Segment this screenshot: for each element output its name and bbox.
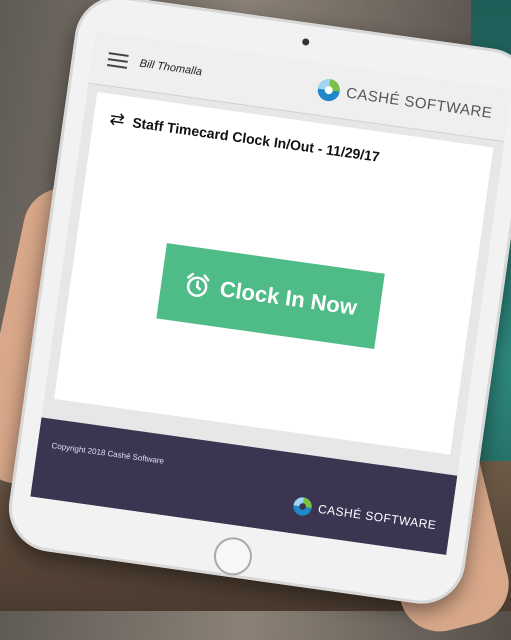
- clock-in-button-label: Clock In Now: [218, 276, 359, 321]
- cashe-logo-icon: [317, 79, 340, 102]
- brand-name: CASHÉ SOFTWARE: [345, 84, 494, 122]
- app-screen: Bill Thomalla CASHÉ SOFTWARE ⇄ Staff Tim…: [30, 31, 511, 556]
- footer-brand-logo: CASHÉ SOFTWARE: [291, 495, 438, 535]
- copyright-text: Copyright 2018 Cashé Software: [50, 441, 165, 466]
- clock-in-button[interactable]: Clock In Now: [156, 243, 385, 349]
- header-brand-logo: CASHÉ SOFTWARE: [315, 77, 494, 125]
- home-button[interactable]: [211, 534, 255, 578]
- cashe-logo-icon: [293, 497, 312, 516]
- tablet-device: Bill Thomalla CASHÉ SOFTWARE ⇄ Staff Tim…: [3, 0, 511, 610]
- hamburger-menu-icon[interactable]: [106, 48, 129, 73]
- swap-arrows-icon: ⇄: [108, 108, 127, 130]
- user-name: Bill Thomalla: [138, 57, 203, 79]
- main-content: ⇄ Staff Timecard Clock In/Out - 11/29/17…: [54, 91, 494, 455]
- alarm-clock-icon: [186, 272, 210, 297]
- front-camera: [301, 38, 310, 46]
- page-title: Staff Timecard Clock In/Out - 11/29/17: [131, 113, 381, 165]
- footer-brand-name: CASHÉ SOFTWARE: [317, 501, 438, 533]
